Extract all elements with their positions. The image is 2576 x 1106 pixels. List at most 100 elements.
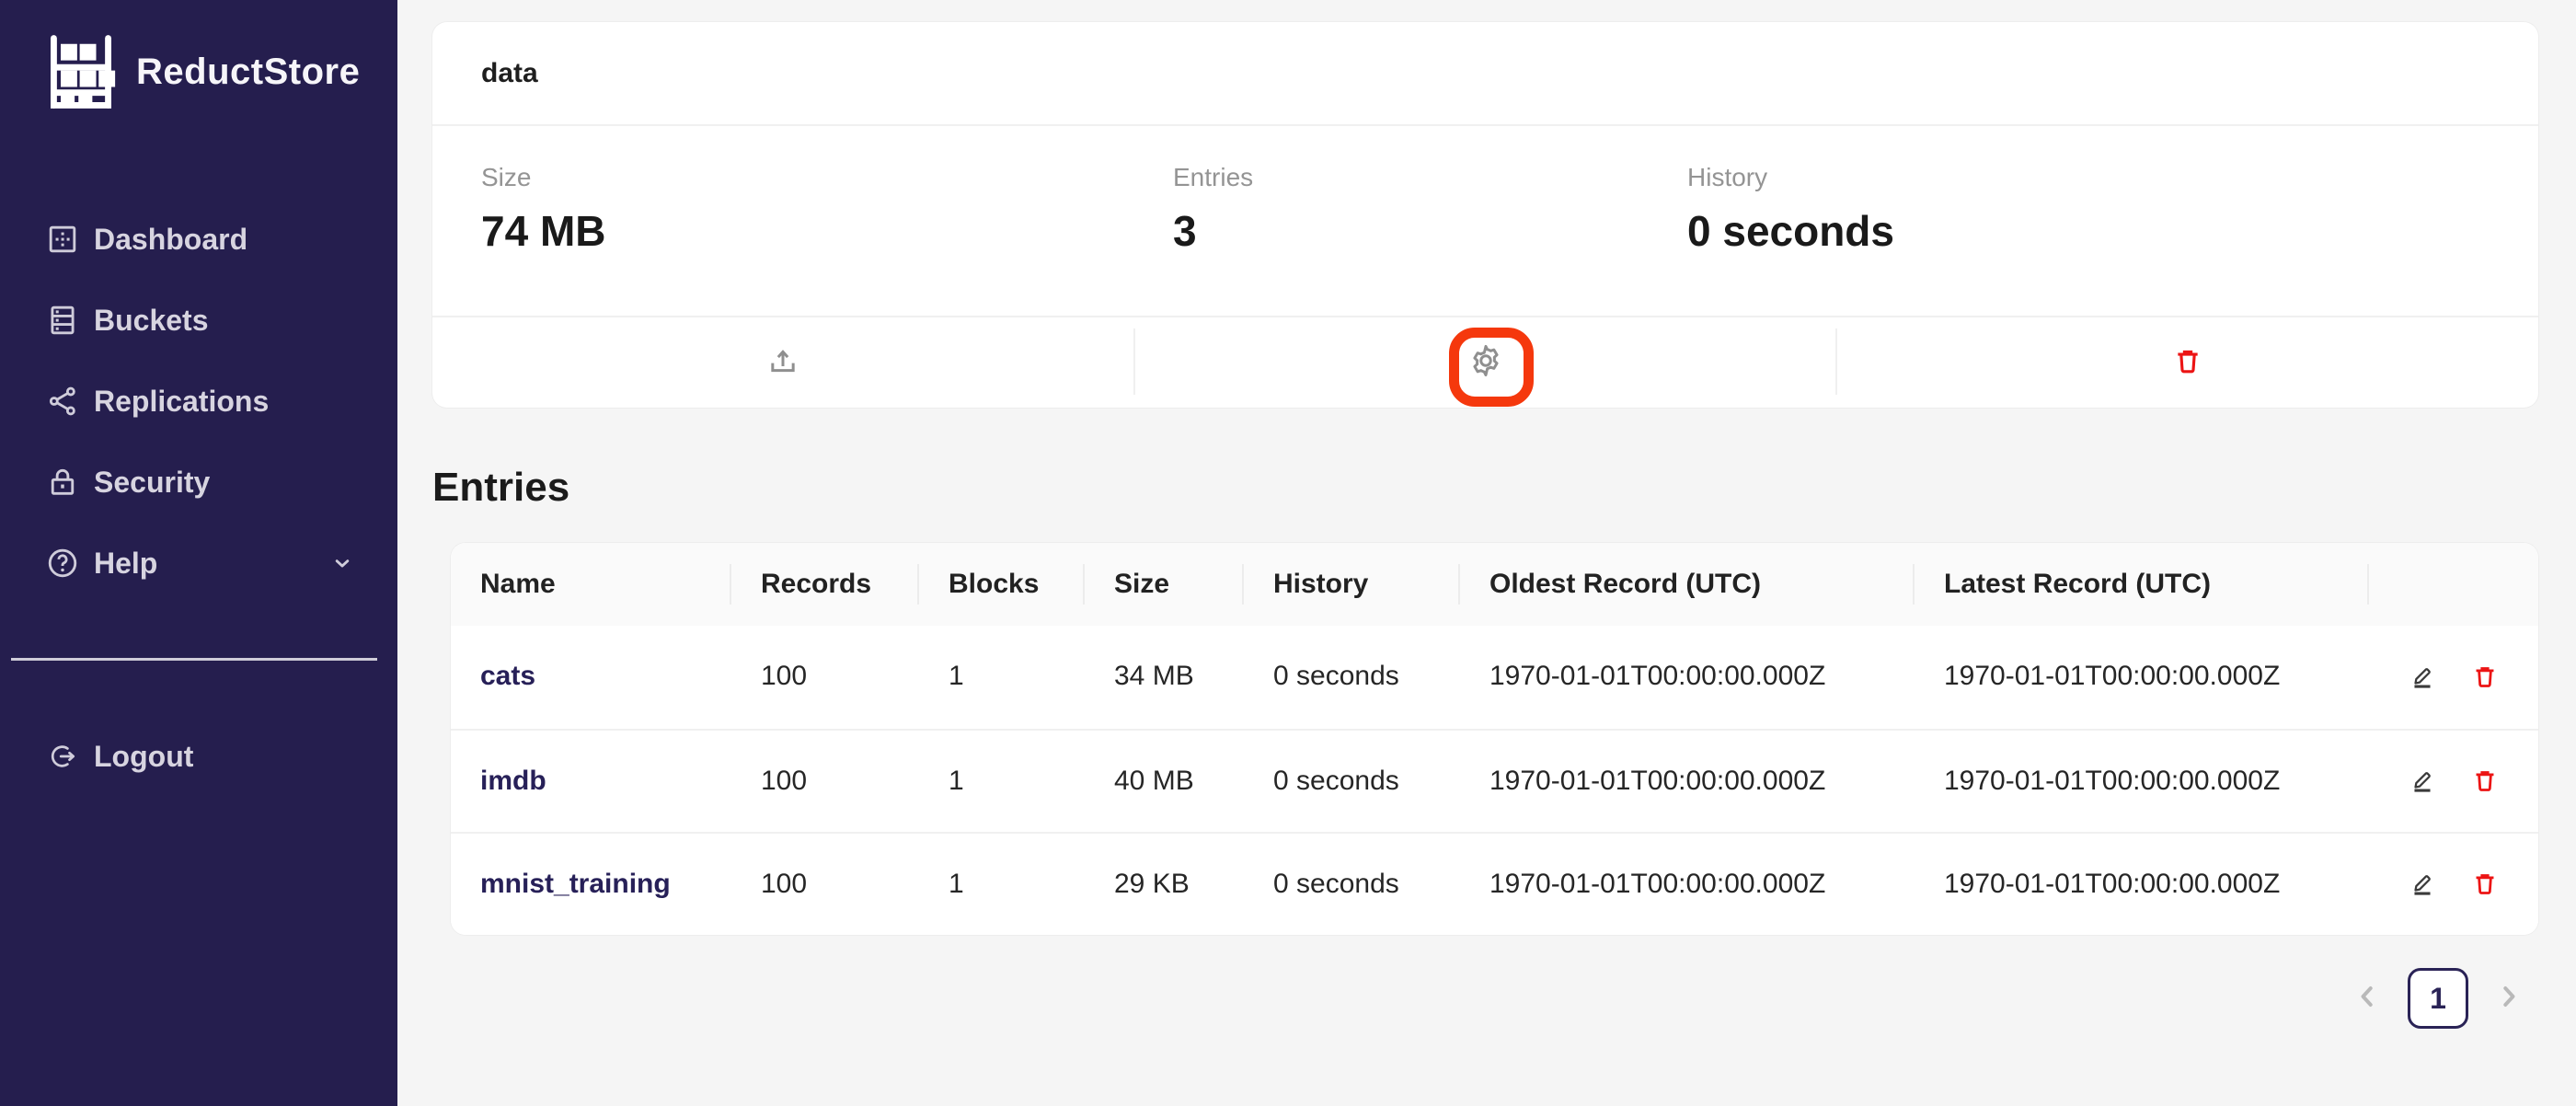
bucket-card-header: data <box>432 22 2538 126</box>
sidebar-item-buckets[interactable]: Buckets <box>0 280 397 361</box>
table-header-row: Name Records Blocks Size History Oldest … <box>451 543 2538 626</box>
chevron-right-icon <box>2492 980 2525 1018</box>
entry-oldest-record: 1970-01-01T00:00:00.000Z <box>1460 834 1915 935</box>
trash-icon <box>2470 766 2500 798</box>
stat-value: 0 seconds <box>1687 205 1894 257</box>
delete-entry-button[interactable] <box>2467 762 2503 801</box>
entry-oldest-record: 1970-01-01T00:00:00.000Z <box>1460 626 1915 729</box>
column-header-actions <box>2369 543 2538 626</box>
sidebar-item-label: Help <box>94 547 157 581</box>
chevron-down-icon <box>329 550 355 576</box>
column-header-latest-record: Latest Record (UTC) <box>1915 543 2369 626</box>
entry-blocks: 1 <box>919 731 1085 832</box>
brand-logo[interactable]: ReductStore <box>40 31 360 112</box>
logout-label: Logout <box>94 740 193 774</box>
entry-latest-record: 1970-01-01T00:00:00.000Z <box>1915 834 2369 935</box>
upload-icon <box>765 342 801 382</box>
pagination-next-button[interactable] <box>2492 980 2525 1018</box>
entry-size: 34 MB <box>1085 626 1244 729</box>
dashboard-icon <box>44 221 81 258</box>
sidebar-item-label: Buckets <box>94 304 209 338</box>
column-header-blocks: Blocks <box>919 543 1085 626</box>
entry-history: 0 seconds <box>1244 731 1460 832</box>
sidebar-item-help[interactable]: Help <box>0 523 397 604</box>
settings-button[interactable] <box>1457 332 1514 392</box>
brand-logo-icon <box>40 31 121 112</box>
bucket-stats: Size 74 MB Entries 3 History 0 seconds <box>432 126 2538 316</box>
column-header-name: Name <box>451 543 731 626</box>
entry-size: 40 MB <box>1085 731 1244 832</box>
entry-records: 100 <box>731 834 919 935</box>
bucket-card: data Size 74 MB Entries 3 History 0 seco… <box>432 22 2538 408</box>
edit-pencil-icon <box>2408 662 2437 694</box>
pagination-page-1[interactable]: 1 <box>2408 968 2468 1029</box>
entry-blocks: 1 <box>919 834 1085 935</box>
sidebar-item-dashboard[interactable]: Dashboard <box>0 199 397 280</box>
trash-icon <box>2470 869 2500 901</box>
entry-size: 29 KB <box>1085 834 1244 935</box>
entry-link[interactable]: mnist_training <box>480 869 671 899</box>
sidebar-item-label: Security <box>94 466 210 500</box>
entry-link[interactable]: imdb <box>480 766 546 796</box>
delete-entry-button[interactable] <box>2467 658 2503 697</box>
entry-records: 100 <box>731 626 919 729</box>
trash-icon <box>2171 344 2204 380</box>
entry-latest-record: 1970-01-01T00:00:00.000Z <box>1915 731 2369 832</box>
entry-link[interactable]: cats <box>480 661 535 691</box>
entry-latest-record: 1970-01-01T00:00:00.000Z <box>1915 626 2369 729</box>
sidebar: ReductStore Dashboar <box>0 0 397 1106</box>
app-root: ReductStore Dashboar <box>0 0 2576 1106</box>
trash-icon <box>2470 662 2500 694</box>
logout-icon <box>44 738 81 775</box>
entries-table: Name Records Blocks Size History Oldest … <box>451 543 2538 935</box>
rename-entry-button[interactable] <box>2404 762 2441 801</box>
help-icon <box>44 545 81 582</box>
stat-label: History <box>1687 163 1894 192</box>
rename-entry-button[interactable] <box>2404 865 2441 904</box>
stat-value: 3 <box>1173 205 1253 257</box>
settings-gear-icon <box>1466 341 1505 383</box>
entry-oldest-record: 1970-01-01T00:00:00.000Z <box>1460 731 1915 832</box>
sidebar-divider <box>11 658 377 661</box>
pagination: 1 <box>2351 968 2525 1029</box>
entry-blocks: 1 <box>919 626 1085 729</box>
sidebar-item-label: Dashboard <box>94 223 247 257</box>
table-row: cats 100 1 34 MB 0 seconds 1970-01-01T00… <box>451 626 2538 729</box>
table-row: imdb 100 1 40 MB 0 seconds 1970-01-01T00… <box>451 729 2538 832</box>
bucket-title: data <box>481 58 538 89</box>
stat-label: Entries <box>1173 163 1253 192</box>
logout-button[interactable]: Logout <box>0 716 397 797</box>
stat-value: 74 MB <box>481 205 605 257</box>
sidebar-item-security[interactable]: Security <box>0 442 397 523</box>
pagination-prev-button[interactable] <box>2351 980 2384 1018</box>
stat-entries: Entries 3 <box>1173 163 1253 257</box>
column-header-size: Size <box>1085 543 1244 626</box>
entry-history: 0 seconds <box>1244 834 1460 935</box>
column-header-oldest-record: Oldest Record (UTC) <box>1460 543 1915 626</box>
entries-heading: Entries <box>432 460 569 515</box>
buckets-icon <box>44 302 81 339</box>
entry-records: 100 <box>731 731 919 832</box>
delete-bucket-button[interactable] <box>2162 335 2214 389</box>
sidebar-menu: Dashboard Buckets <box>0 199 397 604</box>
sidebar-item-replications[interactable]: Replications <box>0 361 397 442</box>
entry-history: 0 seconds <box>1244 626 1460 729</box>
brand-name: ReductStore <box>136 52 360 93</box>
bucket-actions-bar <box>432 316 2538 406</box>
column-header-history: History <box>1244 543 1460 626</box>
main-content: data Size 74 MB Entries 3 History 0 seco… <box>397 0 2576 1106</box>
chevron-left-icon <box>2351 980 2384 1018</box>
sidebar-item-label: Replications <box>94 385 269 419</box>
upload-button[interactable] <box>755 333 811 391</box>
edit-pencil-icon <box>2408 869 2437 901</box>
security-icon <box>44 464 81 501</box>
stat-label: Size <box>481 163 605 192</box>
column-header-records: Records <box>731 543 919 626</box>
replications-icon <box>44 383 81 420</box>
rename-entry-button[interactable] <box>2404 658 2441 697</box>
edit-pencil-icon <box>2408 766 2437 798</box>
stat-history: History 0 seconds <box>1687 163 1894 257</box>
table-row: mnist_training 100 1 29 KB 0 seconds 197… <box>451 832 2538 935</box>
delete-entry-button[interactable] <box>2467 865 2503 904</box>
stat-size: Size 74 MB <box>481 163 605 257</box>
